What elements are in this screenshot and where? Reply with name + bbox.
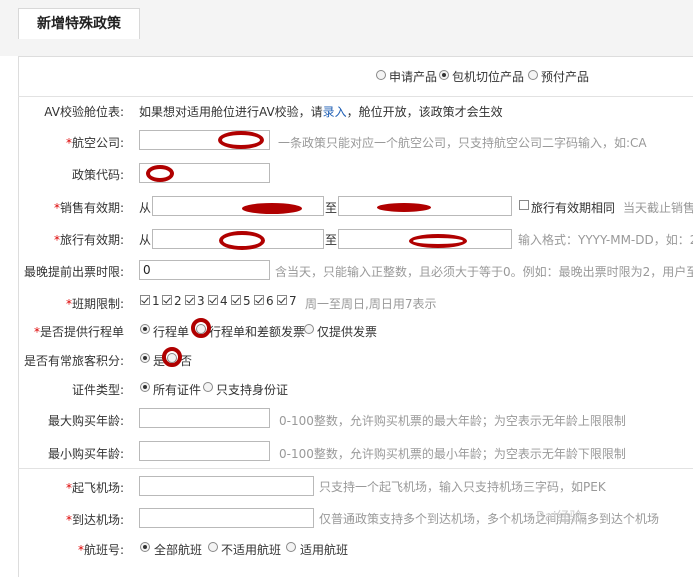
travel-period-from: 从 [139,233,152,247]
redaction-mark [191,318,211,338]
airline-hint: 一条政策只能对应一个航空公司，只支持航空公司二字码输入，如:CA [278,136,647,150]
sale-period-hint: 当天截止销售 [623,201,693,215]
day-1-checkbox[interactable] [140,295,150,305]
arrive-airport-input[interactable] [139,508,314,528]
day-6-label: 6 [266,294,274,308]
day-6-checkbox[interactable] [254,295,264,305]
depart-airport-label-text: 起飞机场: [71,481,124,495]
policy-code-label: 政策代码: [71,168,124,182]
advance-time-input[interactable]: 0 [139,260,270,280]
product-type-apply-radio[interactable] [376,70,386,80]
sale-period-label-text: 销售有效期: [59,201,124,215]
max-age-input[interactable] [139,408,270,428]
travel-period-label: *旅行有效期: [18,231,124,248]
av-check-entry-link[interactable]: 录入 [323,105,347,119]
day-4-checkbox[interactable] [208,295,218,305]
av-check-text-after: ，舱位开放，该政策才会生效 [346,105,503,119]
flight-excluded-radio[interactable] [208,542,218,552]
frequent-flyer-yes-radio[interactable] [140,353,150,363]
depart-airport-label: *起飞机场: [18,479,124,496]
advance-time-label: 最晚提前出票时限: [23,265,124,279]
sale-period-to: 至 [325,201,338,215]
flight-days-label: *班期限制: [18,295,124,312]
av-check-text-before: 如果想对适用舱位进行AV校验，请 [139,105,323,119]
day-2-checkbox[interactable] [162,295,172,305]
flight-all-radio[interactable] [140,542,150,552]
redaction-mark [377,203,431,212]
travel-period-to: 至 [325,233,338,247]
av-check-label: AV校验舱位表: [44,105,124,119]
sale-period-label: *销售有效期: [18,199,124,216]
flight-days-hint: 周一至周日,周日用7表示 [305,297,437,311]
itinerary-and-invoice-label: 行程单和差额发票 [209,325,306,339]
flight-no-label: *航班号: [18,541,124,558]
itinerary-only-radio[interactable] [140,324,150,334]
id-type-idcard-radio[interactable] [203,382,213,392]
itinerary-label: *是否提供行程单 [18,323,124,340]
sale-period-from: 从 [139,201,152,215]
min-age-label: 最小购买年龄: [47,447,124,461]
id-type-all-label: 所有证件 [153,383,202,397]
flight-included-radio[interactable] [286,542,296,552]
day-4-label: 4 [220,294,228,308]
watermark: Bai经验 [536,510,583,525]
depart-airport-input[interactable] [139,476,314,496]
min-age-input[interactable] [139,441,270,461]
travel-period-label-text: 旅行有效期: [59,233,124,247]
airline-label-text: 航空公司: [71,136,124,150]
same-as-travel-label: 旅行有效期相同 [531,201,616,215]
id-type-label: 证件类型: [71,383,124,397]
section-divider [18,468,693,469]
max-age-label: 最大购买年龄: [47,414,124,428]
redaction-mark [219,231,265,250]
max-age-hint: 0-100整数，允许购买机票的最大年龄；为空表示无年龄上限限制 [279,414,626,428]
redaction-mark [409,234,467,248]
same-as-travel-checkbox[interactable] [519,200,529,210]
tab-new-special-policy[interactable]: 新增特殊政策 [18,8,140,39]
invoice-only-radio[interactable] [304,324,314,334]
product-type-bar [18,56,693,97]
flight-all-label: 全部航班 [154,543,203,557]
redaction-mark [162,347,182,367]
airline-label: *航空公司: [18,134,124,151]
arrive-airport-label: *到达机场: [18,511,124,528]
itinerary-label-text: 是否提供行程单 [39,325,124,339]
day-5-label: 5 [243,294,251,308]
day-7-label: 7 [289,294,297,308]
travel-period-hint: 输入格式：YYYY-MM-DD，如：2 [518,233,693,247]
product-type-charter-radio[interactable] [439,70,449,80]
product-type-prepaid-label: 预付产品 [541,70,590,84]
arrive-airport-label-text: 到达机场: [71,513,124,527]
product-type-prepaid-radio[interactable] [528,70,538,80]
advance-time-hint: 含当天，只能输入正整数，且必须大于等于0。例如：最晚出票时限为2，用户至 [275,265,693,279]
flight-included-label: 适用航班 [300,543,349,557]
redaction-mark [146,165,174,182]
frequent-flyer-label: 是否有常旅客积分: [23,354,124,368]
day-7-checkbox[interactable] [277,295,287,305]
id-type-idcard-label: 只支持身份证 [216,383,289,397]
product-type-apply-label: 申请产品 [389,70,438,84]
redaction-mark [242,203,302,214]
day-2-label: 2 [174,294,182,308]
itinerary-only-label: 行程单 [153,325,190,339]
id-type-all-radio[interactable] [140,382,150,392]
flight-no-label-text: 航班号: [83,543,124,557]
day-3-checkbox[interactable] [185,295,195,305]
depart-airport-hint: 只支持一个起飞机场，输入只支持机场三字码，如PEK [319,480,606,494]
redaction-mark [218,131,264,149]
invoice-only-label: 仅提供发票 [317,325,378,339]
flight-excluded-label: 不适用航班 [221,543,282,557]
arrive-airport-hint: 仅普通政策支持多个到达机场，多个机场之间用/隔多到达个机场 [319,512,660,526]
day-3-label: 3 [197,294,205,308]
min-age-hint: 0-100整数，允许购买机票的最小年龄；为空表示无年龄下限限制 [279,447,626,461]
flight-days-label-text: 班期限制: [71,297,124,311]
av-check-text: 如果想对适用舱位进行AV校验，请录入，舱位开放，该政策才会生效 [139,103,503,120]
product-type-charter-label: 包机切位产品 [452,70,525,84]
day-5-checkbox[interactable] [231,295,241,305]
day-1-label: 1 [152,294,160,308]
